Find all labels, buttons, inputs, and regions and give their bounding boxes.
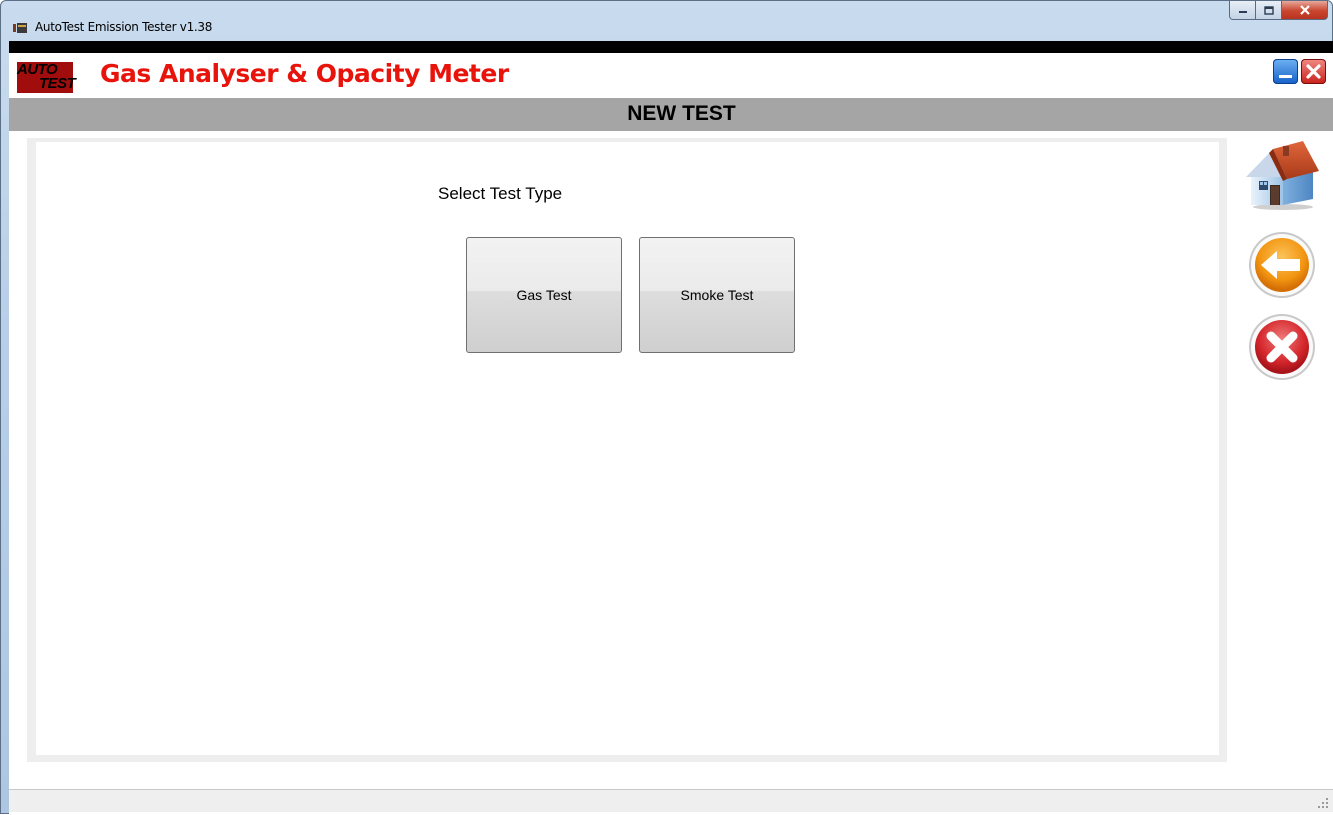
- app-header: AUTO TEST Gas Analyser & Opacity Meter: [9, 53, 1333, 98]
- gas-test-button[interactable]: Gas Test: [466, 237, 622, 353]
- autotest-app-icon: [13, 23, 27, 33]
- content-area: Select Test Type Gas Test Smoke Test: [36, 142, 1219, 755]
- resize-grip-icon[interactable]: [1318, 798, 1328, 808]
- window-maximize-button[interactable]: [1256, 1, 1282, 20]
- window-frame: AutoTest Emission Tester v1.38 AUTO TEST…: [0, 0, 1333, 815]
- window-titlebar[interactable]: AutoTest Emission Tester v1.38: [1, 1, 1333, 41]
- select-test-type-label: Select Test Type: [438, 184, 563, 203]
- content-panel: Select Test Type Gas Test Smoke Test: [27, 138, 1227, 762]
- window-title: AutoTest Emission Tester v1.38: [35, 20, 213, 34]
- back-arrow-icon[interactable]: [1247, 230, 1317, 300]
- app-client-area: AUTO TEST Gas Analyser & Opacity Meter N…: [9, 41, 1333, 815]
- section-header: NEW TEST: [9, 98, 1333, 131]
- status-bar: [9, 789, 1333, 812]
- home-icon[interactable]: [1243, 141, 1321, 211]
- app-close-button[interactable]: [1301, 59, 1326, 84]
- app-minimize-button[interactable]: [1273, 59, 1298, 84]
- close-icon: [1306, 64, 1321, 79]
- window-minimize-button[interactable]: [1229, 1, 1256, 20]
- maximize-icon: [1263, 5, 1274, 15]
- smoke-test-button[interactable]: Smoke Test: [639, 237, 795, 353]
- minimize-icon: [1238, 11, 1247, 13]
- close-icon: [1299, 5, 1310, 15]
- autotest-logo: AUTO TEST: [17, 61, 76, 93]
- section-title: NEW TEST: [627, 102, 736, 125]
- app-title: Gas Analyser & Opacity Meter: [100, 59, 509, 88]
- window-close-button[interactable]: [1282, 1, 1328, 20]
- cancel-icon[interactable]: [1247, 312, 1317, 382]
- caption-buttons: [1229, 1, 1328, 21]
- logo-text-test: TEST: [39, 75, 76, 92]
- top-divider: [9, 41, 1333, 53]
